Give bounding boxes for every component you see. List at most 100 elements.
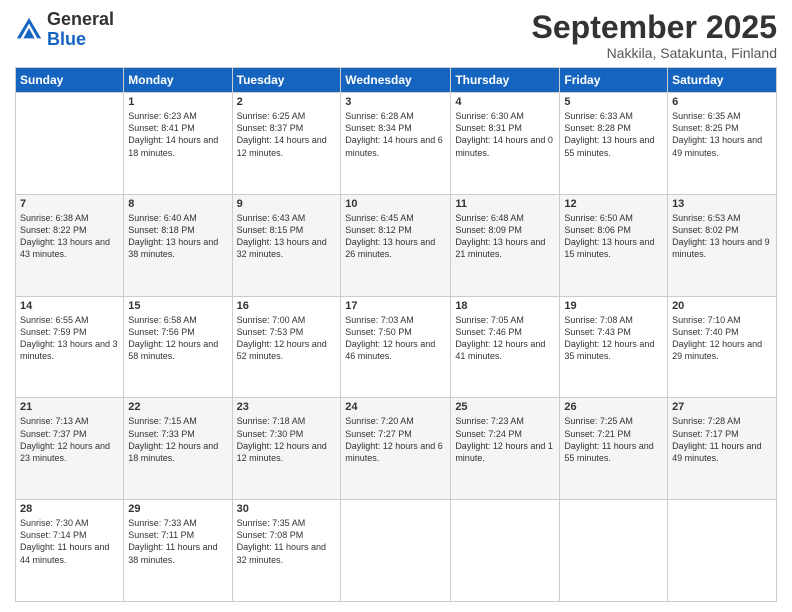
day-num-1-0: 7 — [20, 198, 119, 210]
cell-0-6: 6Sunrise: 6:35 AMSunset: 8:25 PMDaylight… — [668, 93, 777, 195]
day-info-2-6: Sunrise: 7:10 AMSunset: 7:40 PMDaylight:… — [672, 314, 772, 363]
cell-2-4: 18 Sunrise: 7:05 AMSunset: 7:46 PMDayligh… — [451, 296, 560, 398]
logo: General Blue — [15, 10, 114, 50]
page: General Blue September 2025 Nakkila, Sat… — [0, 0, 792, 612]
month-title: September 2025 — [532, 10, 777, 45]
day-num-2-6: 20 — [672, 300, 772, 312]
cell-1-3: 10Sunrise: 6:45 AMSunset: 8:12 PMDayligh… — [341, 194, 451, 296]
day-info-2-5: Sunrise: 7:08 AMSunset: 7:43 PMDaylight:… — [564, 314, 663, 363]
cell-1-1: 8 Sunrise: 6:40 AMSunset: 8:18 PMDaylight… — [124, 194, 232, 296]
day-num-0-3: 3 — [345, 96, 446, 108]
day-info-3-1: Sunrise: 7:15 AMSunset: 7:33 PMDaylight:… — [128, 415, 227, 464]
day-num-3-2: 23 — [237, 401, 337, 413]
day-num-2-2: 16 — [237, 300, 337, 312]
cell-1-5: 12 Sunrise: 6:50 AMSunset: 8:06 PMDayligh… — [560, 194, 668, 296]
cell-4-4 — [451, 500, 560, 602]
day-info-0-6: Sunrise: 6:35 AMSunset: 8:25 PMDaylight:… — [672, 110, 772, 159]
calendar: Sunday Monday Tuesday Wednesday Thursday… — [15, 67, 777, 602]
logo-text: General Blue — [47, 10, 114, 50]
col-wednesday: Wednesday — [341, 68, 451, 93]
day-num-0-2: 2 — [237, 96, 337, 108]
cell-3-6: 27 Sunrise: 7:28 AMSunset: 7:17 PMDayligh… — [668, 398, 777, 500]
day-info-0-4: Sunrise: 6:30 AMSunset: 8:31 PMDaylight:… — [455, 110, 555, 159]
day-num-1-5: 12 — [564, 198, 663, 210]
day-info-3-0: Sunrise: 7:13 AMSunset: 7:37 PMDaylight:… — [20, 415, 119, 464]
day-num-2-0: 14 — [20, 300, 119, 312]
day-info-2-0: Sunrise: 6:55 AMSunset: 7:59 PMDaylight:… — [20, 314, 119, 363]
header-row: Sunday Monday Tuesday Wednesday Thursday… — [16, 68, 777, 93]
col-monday: Monday — [124, 68, 232, 93]
cell-0-5: 5Sunrise: 6:33 AMSunset: 8:28 PMDaylight… — [560, 93, 668, 195]
col-thursday: Thursday — [451, 68, 560, 93]
cell-3-5: 26Sunrise: 7:25 AMSunset: 7:21 PMDayligh… — [560, 398, 668, 500]
day-info-1-0: Sunrise: 6:38 AMSunset: 8:22 PMDaylight:… — [20, 212, 119, 261]
cell-0-2: 2 Sunrise: 6:25 AMSunset: 8:37 PMDaylight… — [232, 93, 341, 195]
cell-1-4: 11 Sunrise: 6:48 AMSunset: 8:09 PMDayligh… — [451, 194, 560, 296]
day-num-2-4: 18 — [455, 300, 555, 312]
cell-4-5 — [560, 500, 668, 602]
day-num-1-3: 10 — [345, 198, 446, 210]
cell-2-1: 15Sunrise: 6:58 AMSunset: 7:56 PMDayligh… — [124, 296, 232, 398]
week-row-2: 14 Sunrise: 6:55 AMSunset: 7:59 PMDayligh… — [16, 296, 777, 398]
day-info-3-6: Sunrise: 7:28 AMSunset: 7:17 PMDaylight:… — [672, 415, 772, 464]
day-num-3-3: 24 — [345, 401, 446, 413]
cell-2-2: 16 Sunrise: 7:00 AMSunset: 7:53 PMDayligh… — [232, 296, 341, 398]
header: General Blue September 2025 Nakkila, Sat… — [15, 10, 777, 61]
day-info-4-1: Sunrise: 7:33 AMSunset: 7:11 PMDaylight:… — [128, 517, 227, 566]
col-tuesday: Tuesday — [232, 68, 341, 93]
day-num-1-6: 13 — [672, 198, 772, 210]
day-info-2-3: Sunrise: 7:03 AMSunset: 7:50 PMDaylight:… — [345, 314, 446, 363]
day-info-0-2: Sunrise: 6:25 AMSunset: 8:37 PMDaylight:… — [237, 110, 337, 159]
day-info-3-5: Sunrise: 7:25 AMSunset: 7:21 PMDaylight:… — [564, 415, 663, 464]
day-info-3-4: Sunrise: 7:23 AMSunset: 7:24 PMDaylight:… — [455, 415, 555, 464]
week-row-4: 28Sunrise: 7:30 AMSunset: 7:14 PMDayligh… — [16, 500, 777, 602]
day-info-4-2: Sunrise: 7:35 AMSunset: 7:08 PMDaylight:… — [237, 517, 337, 566]
cell-2-0: 14 Sunrise: 6:55 AMSunset: 7:59 PMDayligh… — [16, 296, 124, 398]
cell-1-6: 13 Sunrise: 6:53 AMSunset: 8:02 PMDayligh… — [668, 194, 777, 296]
day-num-2-5: 19 — [564, 300, 663, 312]
cell-3-1: 22 Sunrise: 7:15 AMSunset: 7:33 PMDayligh… — [124, 398, 232, 500]
cell-3-2: 23 Sunrise: 7:18 AMSunset: 7:30 PMDayligh… — [232, 398, 341, 500]
day-num-1-1: 8 — [128, 198, 227, 210]
day-num-2-1: 15 — [128, 300, 227, 312]
cell-0-0 — [16, 93, 124, 195]
cell-1-0: 7 Sunrise: 6:38 AMSunset: 8:22 PMDaylight… — [16, 194, 124, 296]
day-info-3-3: Sunrise: 7:20 AMSunset: 7:27 PMDaylight:… — [345, 415, 446, 464]
cell-2-5: 19 Sunrise: 7:08 AMSunset: 7:43 PMDayligh… — [560, 296, 668, 398]
cell-4-6 — [668, 500, 777, 602]
day-num-3-6: 27 — [672, 401, 772, 413]
day-num-0-4: 4 — [455, 96, 555, 108]
calendar-header: Sunday Monday Tuesday Wednesday Thursday… — [16, 68, 777, 93]
day-num-2-3: 17 — [345, 300, 446, 312]
cell-4-1: 29 Sunrise: 7:33 AMSunset: 7:11 PMDayligh… — [124, 500, 232, 602]
day-info-2-4: Sunrise: 7:05 AMSunset: 7:46 PMDaylight:… — [455, 314, 555, 363]
day-info-1-6: Sunrise: 6:53 AMSunset: 8:02 PMDaylight:… — [672, 212, 772, 261]
day-info-3-2: Sunrise: 7:18 AMSunset: 7:30 PMDaylight:… — [237, 415, 337, 464]
day-num-4-2: 30 — [237, 503, 337, 515]
col-sunday: Sunday — [16, 68, 124, 93]
day-num-1-4: 11 — [455, 198, 555, 210]
day-info-0-3: Sunrise: 6:28 AMSunset: 8:34 PMDaylight:… — [345, 110, 446, 159]
location-subtitle: Nakkila, Satakunta, Finland — [532, 45, 777, 61]
cell-2-6: 20 Sunrise: 7:10 AMSunset: 7:40 PMDayligh… — [668, 296, 777, 398]
day-num-3-4: 25 — [455, 401, 555, 413]
day-num-4-0: 28 — [20, 503, 119, 515]
day-num-3-1: 22 — [128, 401, 227, 413]
cell-3-3: 24 Sunrise: 7:20 AMSunset: 7:27 PMDayligh… — [341, 398, 451, 500]
day-num-4-1: 29 — [128, 503, 227, 515]
cell-0-4: 4 Sunrise: 6:30 AMSunset: 8:31 PMDaylight… — [451, 93, 560, 195]
day-info-1-4: Sunrise: 6:48 AMSunset: 8:09 PMDaylight:… — [455, 212, 555, 261]
logo-blue: Blue — [47, 29, 86, 49]
day-info-1-1: Sunrise: 6:40 AMSunset: 8:18 PMDaylight:… — [128, 212, 227, 261]
day-info-2-2: Sunrise: 7:00 AMSunset: 7:53 PMDaylight:… — [237, 314, 337, 363]
week-row-1: 7 Sunrise: 6:38 AMSunset: 8:22 PMDaylight… — [16, 194, 777, 296]
day-info-1-5: Sunrise: 6:50 AMSunset: 8:06 PMDaylight:… — [564, 212, 663, 261]
col-saturday: Saturday — [668, 68, 777, 93]
calendar-body: 1Sunrise: 6:23 AMSunset: 8:41 PMDaylight… — [16, 93, 777, 602]
cell-4-0: 28Sunrise: 7:30 AMSunset: 7:14 PMDayligh… — [16, 500, 124, 602]
day-num-0-1: 1 — [128, 96, 227, 108]
logo-general: General — [47, 9, 114, 29]
cell-0-1: 1Sunrise: 6:23 AMSunset: 8:41 PMDaylight… — [124, 93, 232, 195]
title-block: September 2025 Nakkila, Satakunta, Finla… — [532, 10, 777, 61]
week-row-0: 1Sunrise: 6:23 AMSunset: 8:41 PMDaylight… — [16, 93, 777, 195]
